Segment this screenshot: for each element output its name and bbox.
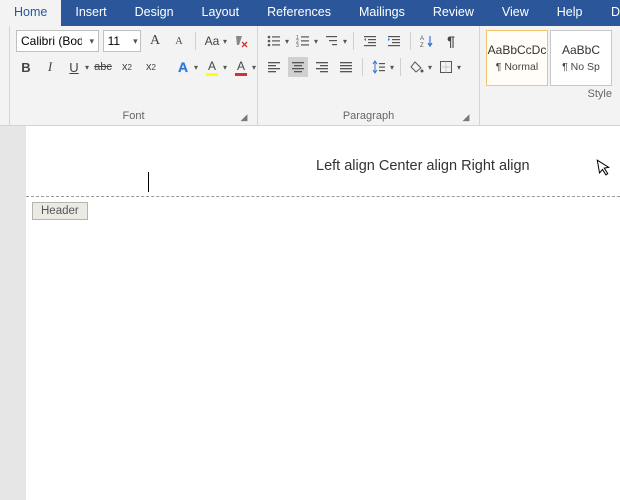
svg-text:Z: Z (420, 43, 424, 48)
svg-text:3: 3 (296, 43, 299, 48)
ribbon: ▾ ▾ A A Aa▾ B I U▾ (0, 26, 620, 126)
tab-review[interactable]: Review (419, 0, 488, 26)
decrease-indent-button[interactable] (360, 31, 380, 51)
change-case-button[interactable]: Aa▾ (202, 31, 227, 51)
show-marks-button[interactable]: ¶ (441, 31, 461, 51)
tab-references[interactable]: References (253, 0, 345, 26)
text-cursor (148, 172, 149, 192)
group-label-styles: Style (486, 86, 614, 103)
font-size-combo[interactable]: ▾ (103, 30, 141, 52)
shading-button[interactable]: ▾ (407, 57, 432, 77)
subscript-button[interactable]: x2 (117, 57, 137, 77)
line-spacing-button[interactable]: ▾ (369, 57, 394, 77)
line-spacing-icon (369, 57, 389, 77)
caret-down-icon[interactable]: ▾ (131, 36, 140, 47)
font-color-button[interactable]: A▾ (231, 57, 256, 77)
tab-view[interactable]: View (488, 0, 543, 26)
style-no-spacing[interactable]: AaBbC ¶ No Sp (550, 30, 612, 86)
justify-button[interactable] (336, 57, 356, 77)
group-font: ▾ ▾ A A Aa▾ B I U▾ (10, 26, 258, 125)
tab-layout[interactable]: Layout (188, 0, 254, 26)
strikethrough-button[interactable]: abc (93, 57, 113, 77)
caret-down-icon[interactable]: ▾ (86, 36, 98, 47)
font-family-input[interactable] (17, 34, 86, 48)
font-size-input[interactable] (104, 34, 131, 48)
header-section-tag[interactable]: Header (32, 202, 88, 220)
align-right-button[interactable] (312, 57, 332, 77)
tab-insert[interactable]: Insert (61, 0, 120, 26)
superscript-button[interactable]: x2 (141, 57, 161, 77)
font-dialog-launcher[interactable]: ◢ (239, 112, 249, 122)
tab-help[interactable]: Help (543, 0, 597, 26)
increase-indent-button[interactable] (384, 31, 404, 51)
multilevel-list-button[interactable]: ▾ (322, 31, 347, 51)
tab-mailings[interactable]: Mailings (345, 0, 419, 26)
italic-button[interactable]: I (40, 57, 60, 77)
borders-button[interactable]: ▾ (436, 57, 461, 77)
grow-font-button[interactable]: A (145, 31, 165, 51)
bullets-icon (264, 31, 284, 51)
highlight-button[interactable]: A▾ (202, 57, 227, 77)
numbering-button[interactable]: 123 ▾ (293, 31, 318, 51)
style-name: ¶ Normal (496, 61, 538, 73)
clear-formatting-button[interactable] (231, 31, 251, 51)
group-paragraph: ▾ 123 ▾ ▾ (258, 26, 480, 125)
left-gutter (0, 126, 26, 500)
underline-button[interactable]: U▾ (64, 57, 89, 77)
font-family-combo[interactable]: ▾ (16, 30, 99, 52)
group-styles: AaBbCcDc ¶ Normal AaBbC ¶ No Sp Style (480, 26, 620, 125)
align-center-button[interactable] (288, 57, 308, 77)
style-sample: AaBbC (562, 43, 600, 57)
group-label-font: Font ◢ (16, 108, 251, 125)
shrink-font-button[interactable]: A (169, 31, 189, 51)
multilevel-icon (322, 31, 342, 51)
tab-truncated[interactable]: D (597, 0, 620, 26)
style-sample: AaBbCcDc (488, 43, 547, 57)
style-normal[interactable]: AaBbCcDc ¶ Normal (486, 30, 548, 86)
header-boundary-line (26, 196, 620, 197)
svg-text:A: A (420, 36, 424, 42)
align-left-button[interactable] (264, 57, 284, 77)
text-effects-button[interactable]: A▾ (173, 57, 198, 77)
bullets-button[interactable]: ▾ (264, 31, 289, 51)
sort-button[interactable]: AZ (417, 31, 437, 51)
group-label-paragraph: Paragraph ◢ (264, 108, 473, 125)
sort-icon: AZ (417, 31, 437, 51)
header-content-text[interactable]: Left align Center align Right align (316, 158, 530, 174)
paragraph-dialog-launcher[interactable]: ◢ (461, 112, 471, 122)
document-page[interactable]: Left align Center align Right align Head… (26, 126, 620, 500)
paint-bucket-icon (407, 57, 427, 77)
tab-home[interactable]: Home (0, 0, 61, 26)
bold-button[interactable]: B (16, 57, 36, 77)
tab-design[interactable]: Design (121, 0, 188, 26)
borders-icon (436, 57, 456, 77)
workspace: Left align Center align Right align Head… (0, 126, 620, 500)
ribbon-tab-bar: Home Insert Design Layout References Mai… (0, 0, 620, 26)
numbering-icon: 123 (293, 31, 313, 51)
style-name: ¶ No Sp (562, 61, 600, 73)
mouse-pointer-icon (596, 157, 614, 182)
